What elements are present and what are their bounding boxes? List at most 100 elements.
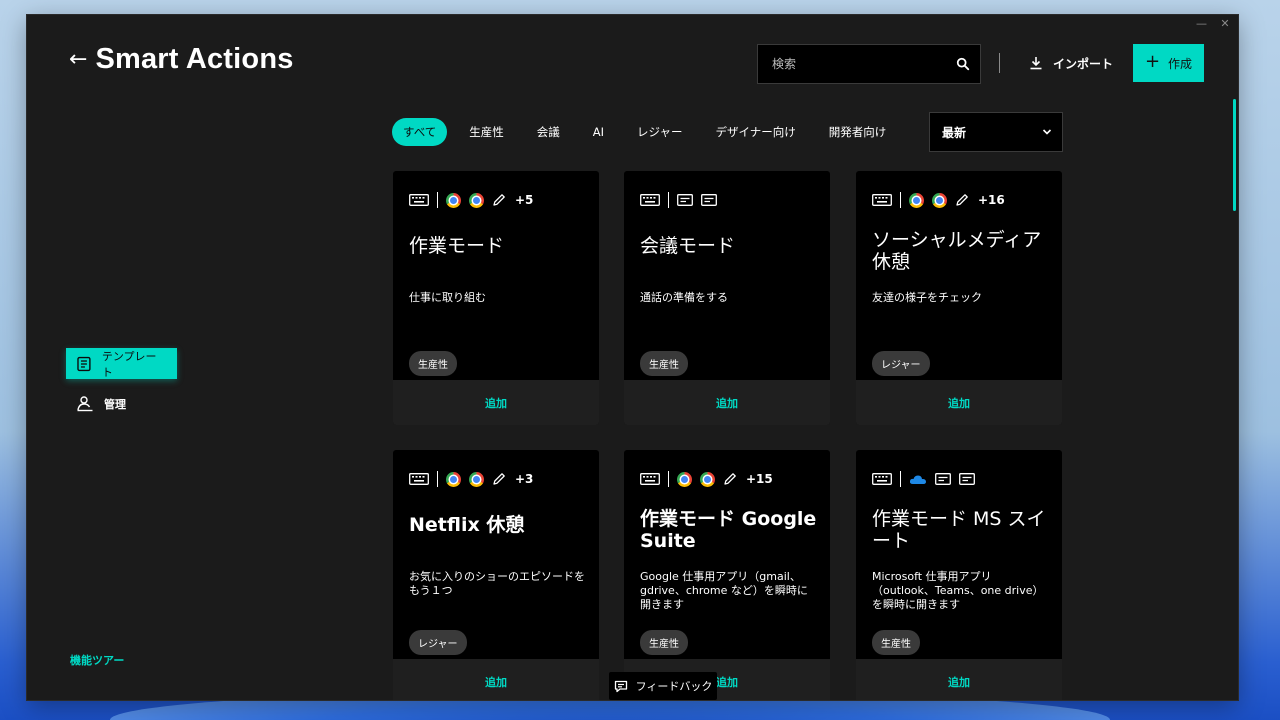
icon-separator bbox=[900, 471, 901, 487]
category-tag: 生産性 bbox=[409, 351, 457, 376]
app-window: — ✕ ← Smart Actions インポート + 作成 すべて 生産性 会… bbox=[27, 15, 1238, 700]
card-description: 通話の準備をする bbox=[640, 291, 728, 304]
chrome-icon bbox=[677, 471, 692, 487]
category-tag: レジャー bbox=[409, 630, 467, 655]
window-icon bbox=[677, 194, 693, 206]
sort-value: 最新 bbox=[942, 125, 967, 140]
filter-chip-meetings[interactable]: 会議 bbox=[526, 118, 571, 146]
feedback-button[interactable]: フィードバック bbox=[609, 672, 717, 700]
card-description: Microsoft 仕事用アプリ（outlook、Teams、one drive… bbox=[872, 570, 1044, 611]
window-controls: — ✕ bbox=[1196, 17, 1230, 30]
card-icons: +15 bbox=[640, 470, 773, 488]
window-icon bbox=[959, 473, 975, 485]
more-actions-count: +16 bbox=[978, 193, 1005, 207]
keyboard-icon bbox=[640, 194, 660, 206]
card-icons bbox=[640, 191, 717, 209]
search-icon[interactable] bbox=[956, 57, 970, 71]
sort-dropdown[interactable]: 最新 bbox=[929, 112, 1063, 152]
download-icon bbox=[1030, 57, 1042, 70]
filter-chip-developers[interactable]: 開発者向け bbox=[818, 118, 898, 146]
card-icons: +16 bbox=[872, 191, 1005, 209]
pencil-icon bbox=[956, 194, 968, 206]
create-button[interactable]: + 作成 bbox=[1133, 44, 1204, 82]
plus-icon: + bbox=[1144, 51, 1161, 72]
add-button[interactable]: 追加 bbox=[856, 659, 1062, 700]
category-tag: レジャー bbox=[872, 351, 930, 376]
keyboard-icon bbox=[409, 194, 429, 206]
action-card: +5 作業モード 仕事に取り組む 生産性 追加 bbox=[393, 171, 599, 425]
keyboard-icon bbox=[409, 473, 429, 485]
search-box[interactable] bbox=[757, 44, 981, 84]
category-filters: すべて 生産性 会議 AI レジャー デザイナー向け 開発者向け bbox=[392, 118, 908, 146]
more-actions-count: +5 bbox=[515, 193, 534, 207]
page-title: Smart Actions bbox=[95, 43, 294, 75]
card-description: 仕事に取り組む bbox=[409, 291, 486, 304]
filter-chip-ai[interactable]: AI bbox=[582, 119, 615, 145]
action-card: 作業モード MS スイート Microsoft 仕事用アプリ（outlook、T… bbox=[856, 450, 1062, 700]
chrome-icon bbox=[446, 192, 461, 208]
card-description: お気に入りのショーのエピソードをもう１つ bbox=[409, 570, 585, 597]
filter-chip-designers[interactable]: デザイナー向け bbox=[704, 118, 806, 146]
sidebar-item-manage[interactable]: 管理 bbox=[66, 393, 136, 415]
feature-tour-link[interactable]: 機能ツアー bbox=[70, 652, 124, 668]
sidebar-item-templates[interactable]: テンプレート bbox=[66, 348, 177, 379]
filter-chip-leisure[interactable]: レジャー bbox=[626, 118, 693, 146]
manage-icon bbox=[77, 396, 93, 412]
more-actions-count: +3 bbox=[515, 472, 534, 486]
card-title: 作業モード bbox=[409, 235, 505, 257]
add-button[interactable]: 追加 bbox=[393, 659, 599, 700]
feedback-label: フィードバック bbox=[635, 680, 713, 693]
chrome-icon bbox=[909, 192, 924, 208]
card-icons bbox=[872, 470, 975, 488]
card-title: 会議モード bbox=[640, 235, 736, 257]
chrome-icon bbox=[700, 471, 715, 487]
pencil-icon bbox=[493, 194, 505, 206]
pencil-icon bbox=[493, 473, 505, 485]
category-tag: 生産性 bbox=[640, 630, 688, 655]
icon-separator bbox=[668, 192, 669, 208]
card-description: Google 仕事用アプリ（gmail、gdrive、chrome など）を瞬時… bbox=[640, 570, 808, 611]
minimize-button[interactable]: — bbox=[1196, 17, 1207, 30]
back-arrow-icon[interactable]: ← bbox=[69, 48, 87, 71]
chevron-down-icon bbox=[1042, 129, 1052, 135]
add-button[interactable]: 追加 bbox=[393, 380, 599, 425]
create-label: 作成 bbox=[1168, 56, 1193, 71]
card-description: 友達の様子をチェック bbox=[872, 291, 982, 304]
icon-separator bbox=[437, 192, 438, 208]
card-icons: +5 bbox=[409, 191, 533, 209]
filter-chip-productivity[interactable]: 生産性 bbox=[458, 118, 515, 146]
sidebar-item-label: テンプレート bbox=[101, 349, 157, 379]
action-card: 会議モード 通話の準備をする 生産性 追加 bbox=[624, 171, 830, 425]
chrome-icon bbox=[469, 192, 484, 208]
filter-chip-all[interactable]: すべて bbox=[392, 118, 448, 146]
add-button[interactable]: 追加 bbox=[624, 380, 830, 425]
action-card: +15 作業モード Google Suite Google 仕事用アプリ（gma… bbox=[624, 450, 830, 700]
window-icon bbox=[935, 473, 951, 485]
keyboard-icon bbox=[640, 473, 660, 485]
icon-separator bbox=[900, 192, 901, 208]
onedrive-icon bbox=[909, 475, 926, 484]
category-tag: 生産性 bbox=[872, 630, 920, 655]
category-tag: 生産性 bbox=[640, 351, 688, 376]
chrome-icon bbox=[446, 471, 461, 487]
window-icon bbox=[701, 194, 717, 206]
feedback-icon bbox=[614, 680, 627, 692]
icon-separator bbox=[437, 471, 438, 487]
import-button[interactable]: インポート bbox=[1029, 51, 1113, 75]
action-card: +16 ソーシャルメディア休憩 友達の様子をチェック レジャー 追加 bbox=[856, 171, 1062, 425]
chrome-icon bbox=[932, 192, 947, 208]
scrollbar[interactable] bbox=[1233, 99, 1236, 211]
header-divider bbox=[999, 53, 1000, 73]
more-actions-count: +15 bbox=[746, 472, 773, 486]
card-title: Netflix 休憩 bbox=[409, 514, 525, 536]
close-button[interactable]: ✕ bbox=[1220, 17, 1230, 30]
card-title: 作業モード Google Suite bbox=[640, 508, 817, 552]
search-input[interactable] bbox=[772, 57, 956, 71]
action-card: +3 Netflix 休憩 お気に入りのショーのエピソードをもう１つ レジャー … bbox=[393, 450, 599, 700]
keyboard-icon bbox=[872, 194, 892, 206]
add-button[interactable]: 追加 bbox=[856, 380, 1062, 425]
card-icons: +3 bbox=[409, 470, 533, 488]
template-icon bbox=[77, 356, 91, 371]
page-header: ← Smart Actions bbox=[69, 43, 294, 76]
import-label: インポート bbox=[1053, 56, 1114, 71]
